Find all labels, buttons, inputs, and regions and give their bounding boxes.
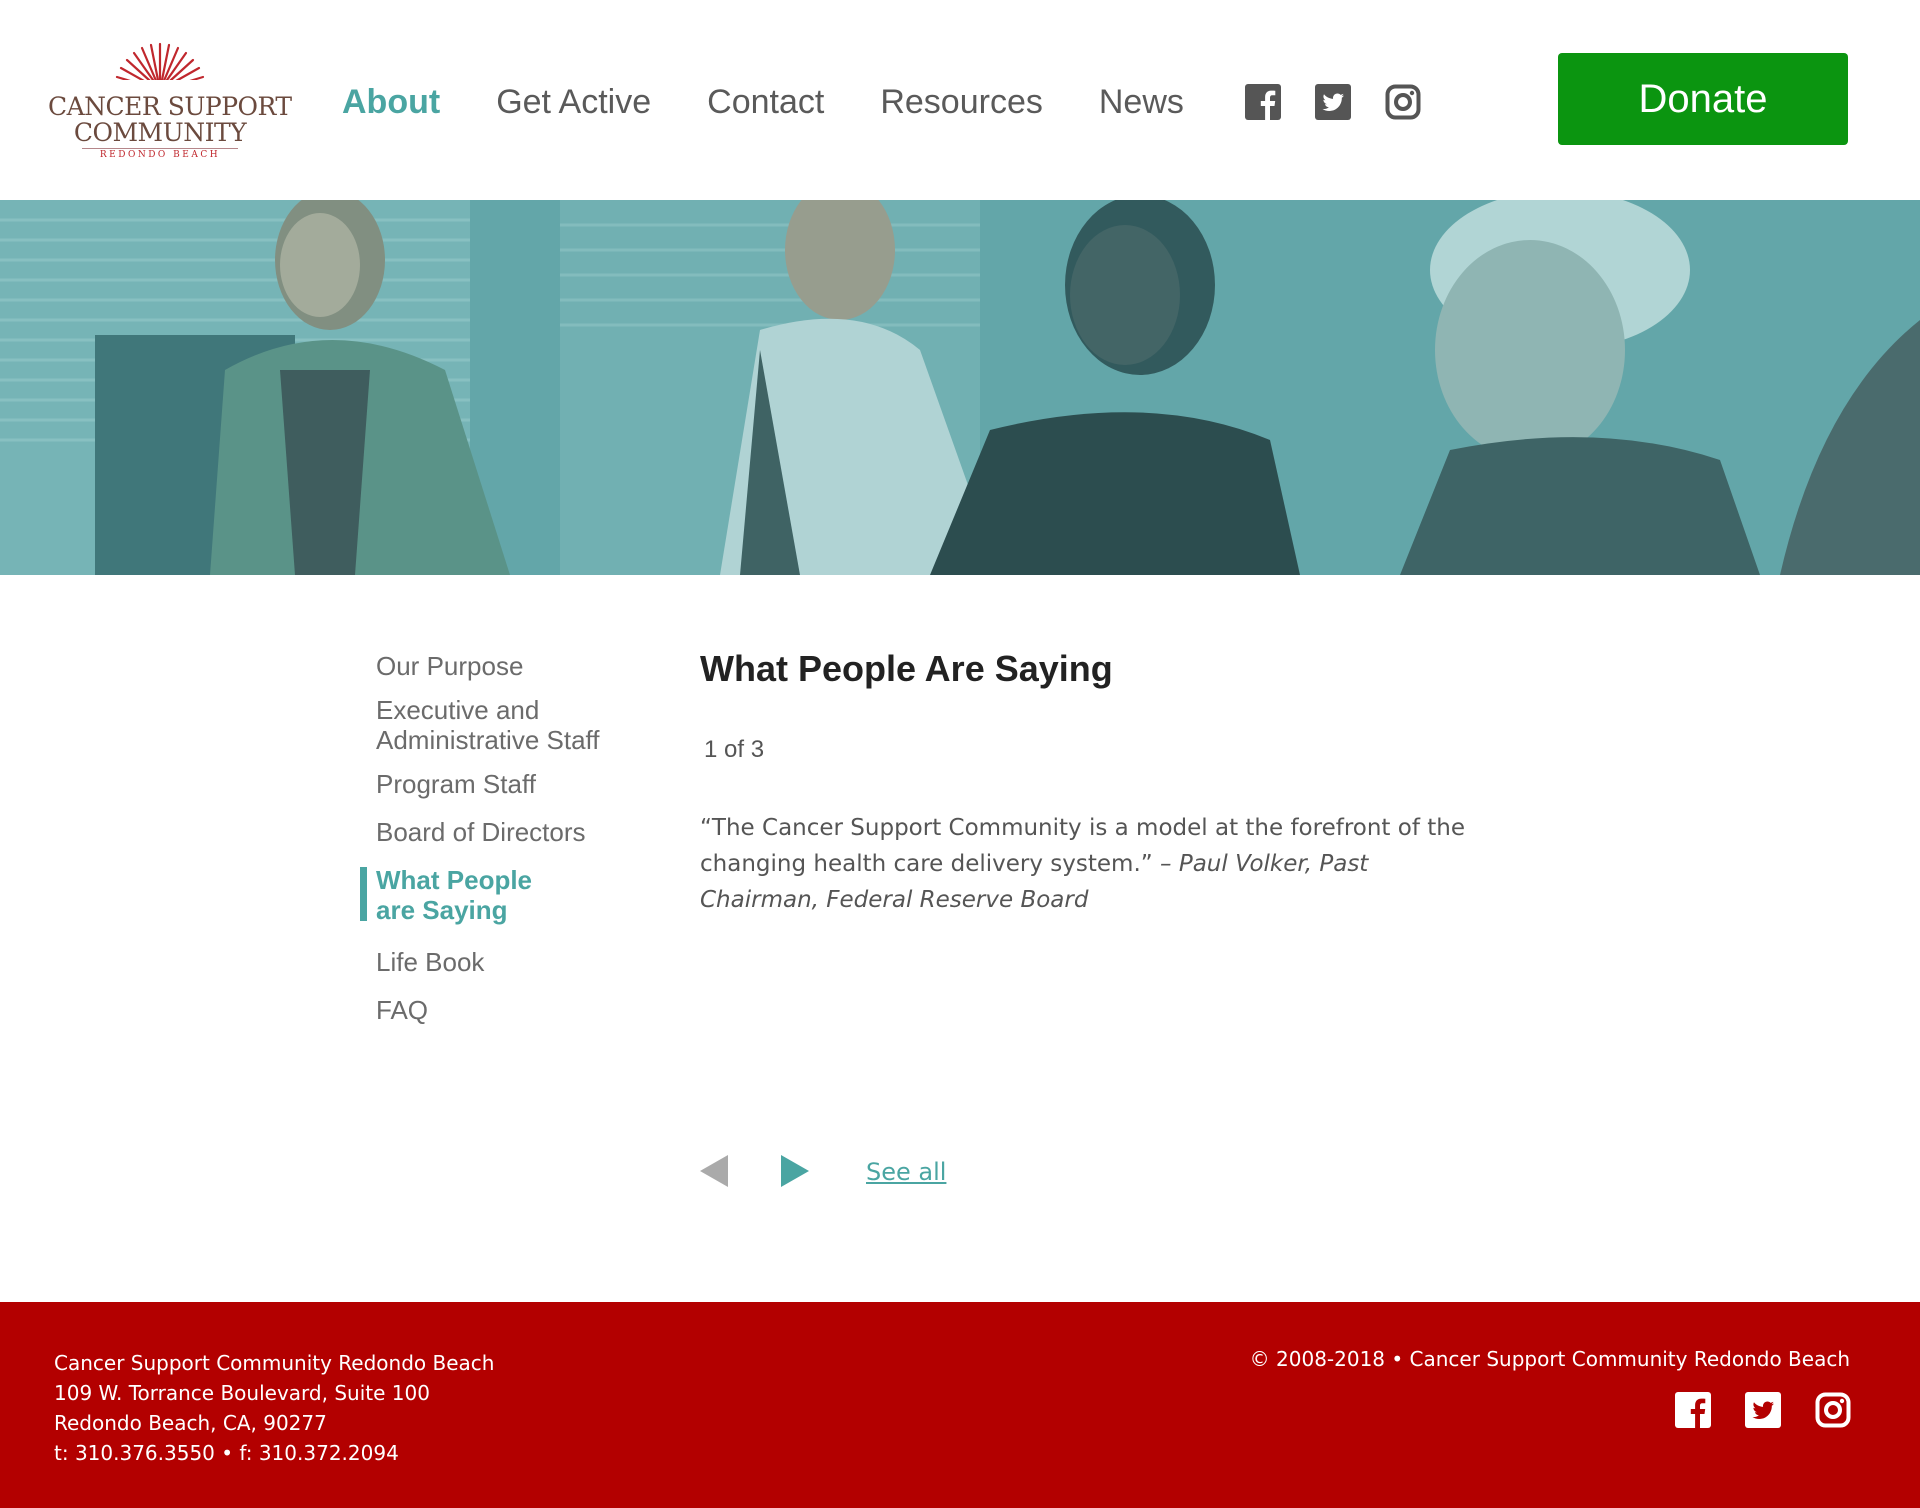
sidebar-item-our-purpose[interactable]: Our Purpose [360,651,650,681]
nav-about[interactable]: About [342,83,440,122]
sidebar-item-board-of-directors[interactable]: Board of Directors [360,817,650,847]
donate-button[interactable]: Donate [1558,53,1848,145]
site-header: CANCER SUPPORT COMMUNITY REDONDO BEACH A… [0,0,1920,200]
sidebar-item-life-book[interactable]: Life Book [360,947,650,977]
page-title: What People Are Saying [700,648,1113,689]
footer-address: Cancer Support Community Redondo Beach 1… [54,1348,494,1468]
twitter-icon[interactable] [1315,84,1351,120]
footer-street: 109 W. Torrance Boulevard, Suite 100 [54,1381,430,1405]
sidebar-item-program-staff[interactable]: Program Staff [360,769,650,799]
hero-image [0,200,1920,575]
footer-org-name: Cancer Support Community Redondo Beach [54,1351,495,1375]
logo[interactable]: CANCER SUPPORT COMMUNITY REDONDO BEACH [48,40,292,160]
nav-contact[interactable]: Contact [707,83,824,122]
footer-phone-fax: t: 310.376.3550 • f: 310.372.2094 [54,1441,399,1465]
footer-social-links [1675,1392,1851,1428]
logo-subtitle: REDONDO BEACH [99,150,221,160]
logo-divider [82,148,238,149]
facebook-icon[interactable] [1245,84,1281,120]
previous-arrow-icon[interactable] [700,1155,728,1187]
main-nav: About Get Active Contact Resources News [342,83,1240,122]
footer-city: Redondo Beach, CA, 90277 [54,1411,327,1435]
sidebar-item-what-people-are-saying[interactable]: What People are Saying [360,865,550,925]
nav-get-active[interactable]: Get Active [496,83,651,122]
nav-resources[interactable]: Resources [880,83,1043,122]
about-sidebar-nav: Our Purpose Executive and Administrative… [360,651,650,1025]
facebook-icon[interactable] [1675,1392,1711,1428]
testimonial-quote: “The Cancer Support Community is a model… [700,810,1480,918]
instagram-icon[interactable] [1385,84,1421,120]
site-footer: Cancer Support Community Redondo Beach 1… [0,1302,1920,1508]
sidebar-item-executive-staff[interactable]: Executive and Administrative Staff [360,695,650,755]
see-all-link[interactable]: See all [866,1158,946,1186]
logo-text-line2: COMMUNITY [73,118,247,147]
footer-copyright: © 2008-2018 • Cancer Support Community R… [1249,1347,1850,1371]
sun-logo-icon [110,42,210,92]
header-social-links [1245,84,1421,120]
logo-text-line1: CANCER SUPPORT [48,92,292,121]
testimonial-counter: 1 of 3 [704,736,765,763]
sidebar-item-faq[interactable]: FAQ [360,995,650,1025]
instagram-icon[interactable] [1815,1392,1851,1428]
nav-news[interactable]: News [1099,83,1184,122]
twitter-icon[interactable] [1745,1392,1781,1428]
next-arrow-icon[interactable] [781,1155,809,1187]
